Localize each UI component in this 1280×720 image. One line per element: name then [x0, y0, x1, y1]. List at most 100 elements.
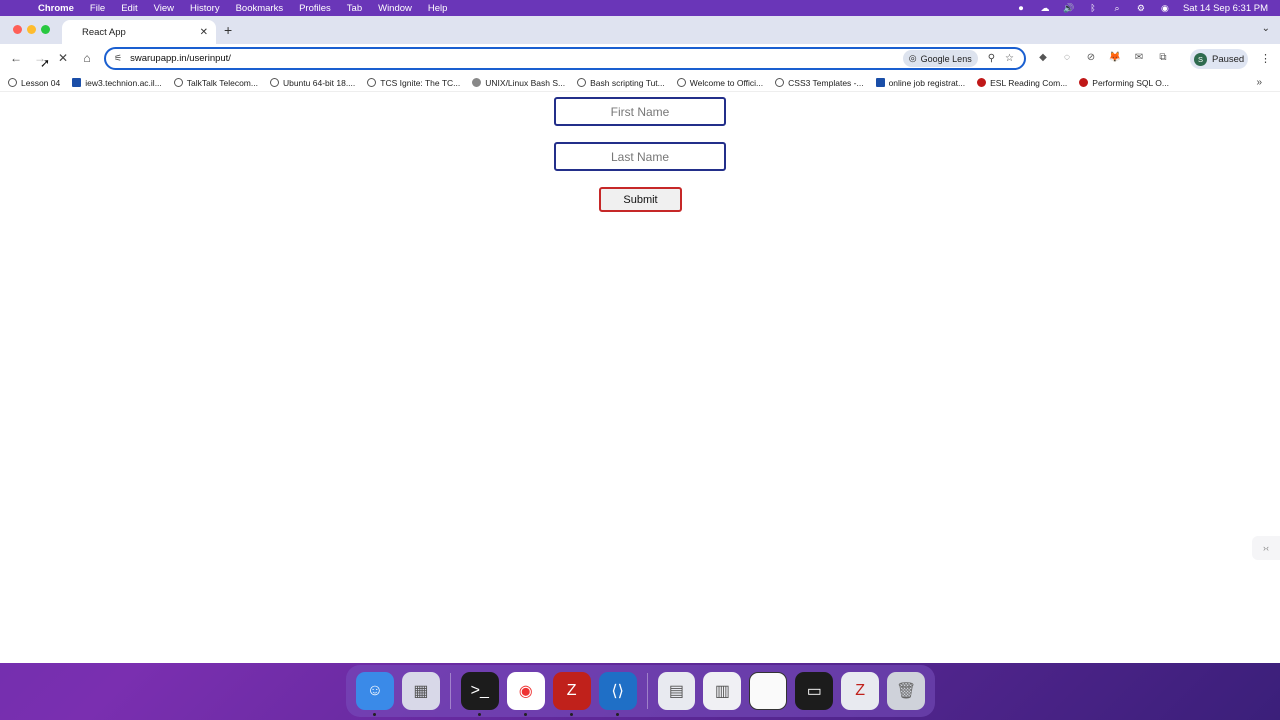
bookmarks-bar: Lesson 04 iew3.technion.ac.il... TalkTal… [0, 74, 1280, 92]
vscode-icon[interactable]: ⟨⟩ [598, 672, 637, 716]
first-name-field[interactable]: First Name [554, 97, 726, 126]
bookmark-item[interactable]: Performing SQL O... [1079, 78, 1169, 88]
menu-help[interactable]: Help [428, 3, 448, 14]
cloud-icon[interactable]: ☁ [1039, 3, 1051, 13]
extensions-area: ◆ ◌ ⊘ 🦊 ✉ ⧉ [1036, 52, 1170, 63]
launchpad-icon[interactable]: ▦ [401, 672, 440, 710]
bookmark-item[interactable]: iew3.technion.ac.il... [72, 78, 162, 88]
zoom-window-button[interactable] [41, 25, 50, 34]
google-lens-button[interactable]: ◎ Google Lens [902, 50, 978, 67]
dock-separator [449, 673, 451, 709]
bookmark-label: Lesson 04 [21, 77, 61, 88]
extension-mail-icon[interactable]: ✉ [1132, 52, 1146, 63]
bookmark-label: Bash scripting Tut... [590, 77, 665, 88]
close-icon[interactable]: ✕ [200, 27, 208, 38]
google-lens-label: Google Lens [920, 53, 972, 64]
bookmark-label: Welcome to Offici... [689, 77, 764, 88]
submit-button[interactable]: Submit [599, 187, 682, 212]
home-button[interactable]: ⌂ [79, 51, 95, 65]
stop-loading-button[interactable]: ✕ [55, 51, 71, 65]
bookmark-label: ESL Reading Com... [990, 77, 1068, 88]
menu-bookmarks[interactable]: Bookmarks [236, 3, 284, 14]
bookmark-label: Ubuntu 64-bit 18.... [282, 77, 356, 88]
menu-profiles[interactable]: Profiles [299, 3, 331, 14]
control-center-icon[interactable]: ⚙ [1135, 3, 1147, 13]
record-icon[interactable]: ⏺ [1015, 3, 1027, 13]
menu-edit[interactable]: Edit [121, 3, 137, 14]
clock[interactable]: Sat 14 Sep 6:31 PM [1183, 3, 1268, 14]
extension-fox-icon[interactable]: 🦊 [1108, 52, 1122, 63]
first-name-placeholder: First Name [610, 104, 670, 119]
bluetooth-icon[interactable]: ᛒ [1087, 3, 1099, 13]
search-icon[interactable]: ⌕ [1111, 3, 1123, 13]
finder-icon[interactable]: ☺ [356, 672, 394, 716]
bookmark-label: iew3.technion.ac.il... [85, 77, 162, 88]
bookmark-item[interactable]: ESL Reading Com... [977, 78, 1067, 88]
extension-block-icon[interactable]: ⊘ [1084, 52, 1098, 63]
extension-circle-icon[interactable]: ◌ [1060, 52, 1074, 63]
zoom-icon[interactable]: ⚲ [988, 53, 995, 64]
macos-menubar: Chrome File Edit View History Bookmarks … [0, 0, 1280, 16]
chrome-icon[interactable]: ◉ [506, 672, 545, 716]
minimize-window-button[interactable] [27, 25, 36, 34]
bookmark-label: UNIX/Linux Bash S... [485, 77, 566, 88]
new-tab-button[interactable]: + [224, 22, 232, 38]
bookmark-label: TCS Ignite: The TC... [380, 77, 461, 88]
menu-chrome[interactable]: Chrome [38, 3, 74, 14]
globe-icon [173, 78, 183, 87]
bookmark-item[interactable]: CSS3 Templates -... [775, 78, 864, 88]
tab-react-app[interactable]: React App ✕ [62, 20, 216, 44]
profile-button[interactable]: S Paused [1190, 49, 1248, 69]
site-icon [72, 78, 82, 87]
site-icon [875, 78, 885, 87]
url-text[interactable]: swarupapp.in/userinput/ [130, 53, 903, 64]
avatar: S [1194, 52, 1207, 66]
filezilla-icon[interactable]: Z [552, 672, 591, 716]
chevron-down-icon[interactable]: ⌄ [1262, 23, 1270, 34]
bookmark-item[interactable]: Ubuntu 64-bit 18.... [269, 77, 356, 88]
browser-window: React App ✕ + ⌄ ← → ✕ ⌂ ⚟ swarupapp.in/u… [0, 16, 1280, 663]
bookmark-item[interactable]: TalkTalk Telecom... [173, 78, 258, 88]
extension-color-icon[interactable]: ◆ [1036, 52, 1050, 63]
globe-icon [269, 78, 279, 87]
linux-icon [577, 78, 587, 87]
bookmark-item[interactable]: Welcome to Offici... [676, 77, 764, 88]
window-preview-icon[interactable]: ▤ [657, 672, 696, 710]
site-settings-icon[interactable]: ⚟ [114, 53, 122, 64]
menu-history[interactable]: History [190, 3, 220, 14]
bookmark-item[interactable]: TCS Ignite: The TC... [367, 78, 460, 88]
address-bar[interactable]: ⚟ swarupapp.in/userinput/ ◎ Google Lens … [104, 47, 1026, 70]
bookmark-item[interactable]: Lesson 04 [8, 78, 60, 88]
bookmarks-overflow-icon[interactable]: » [1256, 77, 1262, 88]
bookmark-item[interactable]: UNIX/Linux Bash S... [472, 78, 565, 88]
menu-window[interactable]: Window [378, 3, 412, 14]
page-content: First Name Last Name Submit ›‹ [0, 93, 1280, 663]
close-window-button[interactable] [13, 25, 22, 34]
menu-view[interactable]: View [154, 3, 174, 14]
menu-tab[interactable]: Tab [347, 3, 362, 14]
terminal-window-icon[interactable]: ▭ [795, 672, 834, 710]
filezilla-window-icon[interactable]: Z [841, 672, 880, 710]
extensions-puzzle-icon[interactable]: ⧉ [1156, 52, 1170, 63]
last-name-field[interactable]: Last Name [554, 142, 726, 171]
mouse-cursor-icon: ➚ [40, 56, 51, 70]
trash-icon[interactable]: 🗑 [887, 672, 926, 710]
bookmark-item[interactable]: Bash scripting Tut... [577, 78, 665, 88]
terminal-icon[interactable]: >_ [460, 672, 499, 716]
side-panel-toggle-icon[interactable]: ›‹ [1252, 536, 1280, 560]
siri-icon[interactable]: ◉ [1159, 3, 1171, 13]
back-button[interactable]: ← [8, 51, 24, 65]
tab-strip: React App ✕ + ⌄ [0, 16, 1280, 44]
volume-icon[interactable]: 🔊 [1063, 3, 1075, 13]
bookmark-item[interactable]: online job registrat... [875, 77, 966, 88]
menu-file[interactable]: File [90, 3, 105, 14]
bookmark-label: online job registrat... [888, 77, 966, 88]
browser-toolbar: ← → ✕ ⌂ ⚟ swarupapp.in/userinput/ ◎ Goog… [0, 44, 1280, 74]
bookmark-star-icon[interactable]: ☆ [1005, 53, 1014, 64]
oracle-icon [1079, 78, 1089, 87]
window-preview-icon[interactable] [749, 672, 788, 710]
site-icon [472, 78, 482, 87]
more-menu-icon[interactable]: ⋮ [1260, 52, 1271, 65]
bookmark-label: Performing SQL O... [1092, 77, 1169, 88]
document-preview-icon[interactable]: ▥ [703, 672, 742, 710]
